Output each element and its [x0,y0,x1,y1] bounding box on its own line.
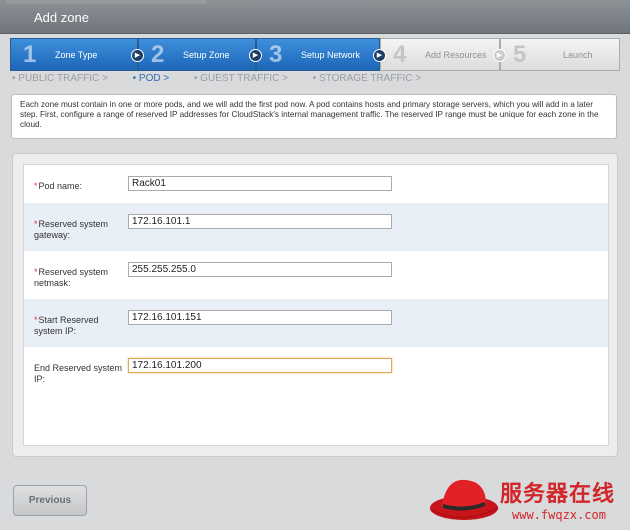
step-zone-type[interactable]: 1 Zone Type ▶ [10,38,144,71]
step-number: 4 [393,40,407,68]
required-marker: * [34,315,38,325]
subnav-pod[interactable]: • POD > [133,73,170,84]
step-arrow-icon: ▶ [373,49,386,62]
pod-name-label: *Pod name: [34,181,124,192]
step-arrow-icon: ▶ [131,49,144,62]
watermark-logo: 服务器在线 www.fwqzx.com [428,470,628,526]
netmask-input[interactable] [128,262,392,277]
start-ip-label-text: Start Reserved system IP: [34,315,99,336]
netmask-label: *Reserved system netmask: [34,267,124,289]
previous-button[interactable]: Previous [13,485,87,516]
required-marker: * [34,219,38,229]
red-hat-icon [430,479,499,520]
step-number: 5 [513,40,527,68]
field-row-gateway: *Reserved system gateway: [24,203,608,251]
watermark-url: www.fwqzx.com [512,508,606,522]
step-number: 2 [151,40,165,68]
required-marker: * [34,181,38,191]
end-ip-label: End Reserved system IP: [34,363,123,384]
dialog-titlebar: Add zone [0,0,630,34]
subnav-storage-traffic[interactable]: • STORAGE TRAFFIC > [313,73,421,84]
gateway-label-text: Reserved system gateway: [34,219,109,240]
pod-form-container: *Pod name: *Reserved system gateway: *Re… [12,153,618,457]
step-label: Setup Network [301,49,361,60]
step-number: 1 [23,40,37,68]
end-ip-input[interactable] [128,358,392,373]
field-row-netmask: *Reserved system netmask: [24,251,608,299]
field-row-start-ip: *Start Reserved system IP: [24,299,608,347]
step-label: Add Resources [425,49,487,60]
subnav-public-traffic[interactable]: • PUBLIC TRAFFIC > [12,73,108,84]
start-ip-label: *Start Reserved system IP: [34,315,124,337]
netmask-label-text: Reserved system netmask: [34,267,109,288]
pod-form: *Pod name: *Reserved system gateway: *Re… [23,164,609,446]
gateway-label: *Reserved system gateway: [34,219,124,241]
step-setup-network[interactable]: 3 Setup Network ▶ [256,38,386,71]
pod-description: Each zone must contain in one or more po… [11,94,617,139]
step-arrow-icon: ▶ [493,49,506,62]
step-label: Zone Type [55,49,98,60]
subnav-guest-traffic[interactable]: • GUEST TRAFFIC > [194,73,288,84]
step-add-resources: 4 Add Resources ▶ [380,38,506,71]
pod-name-input[interactable] [128,176,392,191]
step-setup-zone[interactable]: 2 Setup Zone ▶ [138,38,262,71]
required-marker: * [34,267,38,277]
start-ip-input[interactable] [128,310,392,325]
pod-name-label-text: Pod name: [38,181,83,191]
watermark-text: 服务器在线 [500,481,616,506]
dialog-title: Add zone [34,10,89,25]
traffic-subnav: • PUBLIC TRAFFIC > • POD > • GUEST TRAFF… [12,73,443,84]
step-label: Setup Zone [183,49,230,60]
wizard-steps: 1 Zone Type ▶ 2 Setup Zone ▶ 3 Setup Net… [10,38,620,71]
step-number: 3 [269,40,283,68]
step-arrow-icon: ▶ [249,49,262,62]
step-launch: 5 Launch [500,38,620,71]
field-row-end-ip: End Reserved system IP: [24,347,608,395]
step-label: Launch [563,49,593,60]
gateway-input[interactable] [128,214,392,229]
titlebar-shadow [6,0,206,4]
